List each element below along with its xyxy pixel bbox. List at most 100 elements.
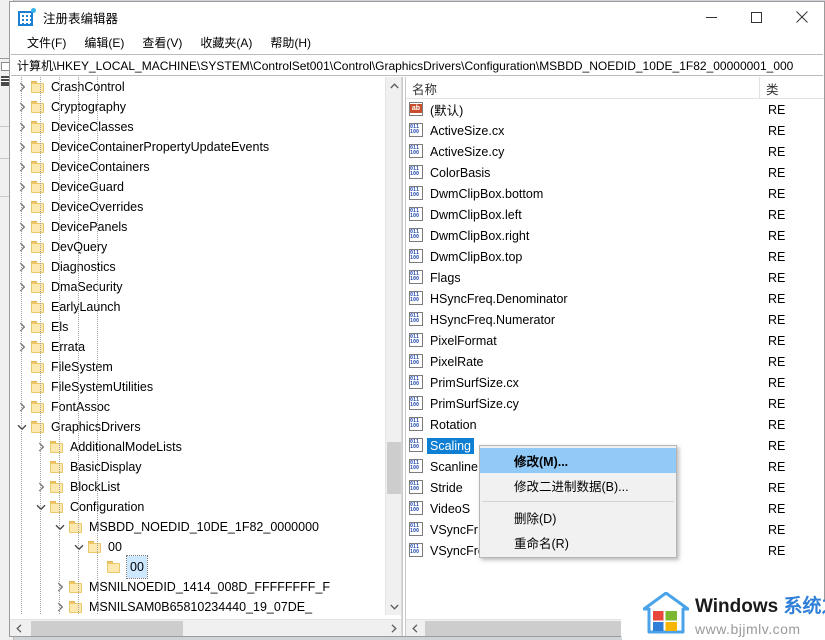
chevron-down-icon[interactable]: [71, 537, 87, 557]
value-row[interactable]: 011 100 PixelRate RE: [406, 351, 812, 372]
values-horizontal-scrollbar[interactable]: [406, 619, 820, 636]
scroll-left-icon[interactable]: [406, 620, 423, 637]
tree-item[interactable]: FontAssoc: [10, 397, 385, 417]
chevron-right-icon[interactable]: [14, 137, 30, 157]
value-row[interactable]: 011 100 HSyncFreq.Numerator RE: [406, 309, 812, 330]
value-row[interactable]: ab (默认) RE: [406, 99, 812, 120]
value-row[interactable]: 011 100 DwmClipBox.right RE: [406, 225, 812, 246]
chevron-right-icon[interactable]: [52, 597, 68, 615]
menu-edit[interactable]: 编辑(E): [75, 32, 133, 54]
value-row[interactable]: 011 100 DwmClipBox.top RE: [406, 246, 812, 267]
tree-item[interactable]: MSNILNOEDID_1414_008D_FFFFFFFF_F: [10, 577, 385, 597]
tree-item[interactable]: BasicDisplay: [10, 457, 385, 477]
tree-item[interactable]: Configuration: [10, 497, 385, 517]
menu-file[interactable]: 文件(F): [18, 32, 75, 54]
chevron-right-icon[interactable]: [14, 257, 30, 277]
value-row[interactable]: 011 100 Flags RE: [406, 267, 812, 288]
chevron-right-icon[interactable]: [14, 397, 30, 417]
chevron-right-icon[interactable]: [14, 117, 30, 137]
value-row[interactable]: 011 100 Rotation RE: [406, 414, 812, 435]
tree-item[interactable]: CrashControl: [10, 77, 385, 97]
value-row[interactable]: 011 100 PrimSurfSize.cy RE: [406, 393, 812, 414]
value-context-menu[interactable]: 修改(M)... 修改二进制数据(B)... 删除(D) 重命名(R): [479, 445, 677, 558]
chevron-right-icon[interactable]: [33, 437, 49, 457]
tree-item[interactable]: MSNILSAM0B65810234440_19_07DE_: [10, 597, 385, 615]
chevron-right-icon[interactable]: [14, 197, 30, 217]
chevron-right-icon[interactable]: [14, 237, 30, 257]
tree-item[interactable]: DeviceOverrides: [10, 197, 385, 217]
chevron-right-icon[interactable]: [14, 157, 30, 177]
chevron-right-icon[interactable]: [14, 177, 30, 197]
binary-value-icon: 011 100: [409, 144, 425, 159]
value-row[interactable]: 011 100 ActiveSize.cy RE: [406, 141, 812, 162]
context-menu-item[interactable]: 删除(D): [480, 505, 676, 530]
folder-icon: [30, 120, 46, 134]
tree-hscroll-thumb[interactable]: [31, 620, 183, 636]
menu-favorites[interactable]: 收藏夹(A): [191, 32, 261, 54]
context-menu-item[interactable]: 重命名(R): [480, 530, 676, 555]
chevron-right-icon[interactable]: [33, 477, 49, 497]
values-hscroll-thumb[interactable]: [425, 620, 621, 636]
context-menu-item[interactable]: 修改二进制数据(B)...: [480, 473, 676, 498]
value-row[interactable]: 011 100 ColorBasis RE: [406, 162, 812, 183]
value-row[interactable]: 011 100 DwmClipBox.left RE: [406, 204, 812, 225]
tree-item[interactable]: DmaSecurity: [10, 277, 385, 297]
scroll-right-icon[interactable]: [385, 620, 401, 637]
tree-item[interactable]: GraphicsDrivers: [10, 417, 385, 437]
chevron-down-icon[interactable]: [52, 517, 68, 537]
tree-item[interactable]: DeviceContainers: [10, 157, 385, 177]
chevron-right-icon[interactable]: [14, 217, 30, 237]
tree-item[interactable]: DevQuery: [10, 237, 385, 257]
tree-item[interactable]: Diagnostics: [10, 257, 385, 277]
binary-value-icon: 011 100: [409, 165, 425, 180]
chevron-right-icon[interactable]: [14, 97, 30, 117]
scroll-down-icon[interactable]: [386, 598, 401, 615]
tree-item[interactable]: Els: [10, 317, 385, 337]
value-row[interactable]: 011 100 PrimSurfSize.cx RE: [406, 372, 812, 393]
chevron-right-icon[interactable]: [14, 337, 30, 357]
maximize-icon[interactable]: [734, 2, 779, 32]
registry-tree[interactable]: CrashControl Cryptography DeviceClasses Dev…: [10, 77, 385, 615]
tree-item[interactable]: 00: [10, 537, 385, 557]
value-row[interactable]: 011 100 DwmClipBox.bottom RE: [406, 183, 812, 204]
tree-item[interactable]: DevicePanels: [10, 217, 385, 237]
value-row[interactable]: 011 100 ActiveSize.cx RE: [406, 120, 812, 141]
context-menu-item[interactable]: 修改(M)...: [480, 448, 676, 473]
column-header-name[interactable]: 名称: [406, 77, 760, 99]
tree-vertical-scrollbar[interactable]: [385, 77, 401, 615]
scroll-left-icon[interactable]: [10, 620, 27, 637]
value-row[interactable]: 011 100 PixelFormat RE: [406, 330, 812, 351]
tree-item[interactable]: AdditionalModeLists: [10, 437, 385, 457]
titlebar[interactable]: 注册表编辑器: [10, 2, 824, 32]
tree-horizontal-scrollbar[interactable]: [10, 619, 401, 637]
chevron-right-icon[interactable]: [14, 277, 30, 297]
close-icon[interactable]: [779, 2, 824, 32]
scroll-up-icon[interactable]: [386, 77, 401, 94]
values-hscroll-track[interactable]: [423, 620, 820, 637]
tree-item[interactable]: Errata: [10, 337, 385, 357]
column-header-type[interactable]: 类: [760, 77, 820, 99]
chevron-right-icon[interactable]: [14, 77, 30, 97]
tree-hscroll-track[interactable]: [27, 620, 385, 637]
tree-item[interactable]: DeviceClasses: [10, 117, 385, 137]
tree-item[interactable]: FileSystem: [10, 357, 385, 377]
tree-item[interactable]: DeviceGuard: [10, 177, 385, 197]
chevron-right-icon[interactable]: [14, 317, 30, 337]
value-row[interactable]: 011 100 HSyncFreq.Denominator RE: [406, 288, 812, 309]
menu-help[interactable]: 帮助(H): [261, 32, 320, 54]
chevron-down-icon[interactable]: [14, 417, 30, 437]
tree-scroll-thumb[interactable]: [387, 442, 401, 494]
tree-item[interactable]: BlockList: [10, 477, 385, 497]
tree-item[interactable]: FileSystemUtilities: [10, 377, 385, 397]
menu-view[interactable]: 查看(V): [133, 32, 191, 54]
address-bar[interactable]: 计算机\HKEY_LOCAL_MACHINE\SYSTEM\ControlSet…: [11, 54, 823, 76]
tree-item[interactable]: Cryptography: [10, 97, 385, 117]
binary-value-icon: 011 100: [409, 291, 425, 306]
minimize-icon[interactable]: [689, 2, 734, 32]
chevron-right-icon[interactable]: [52, 577, 68, 597]
chevron-down-icon[interactable]: [33, 497, 49, 517]
tree-item[interactable]: EarlyLaunch: [10, 297, 385, 317]
tree-item[interactable]: MSBDD_NOEDID_10DE_1F82_0000000: [10, 517, 385, 537]
tree-item[interactable]: 00: [10, 555, 385, 579]
tree-item[interactable]: DeviceContainerPropertyUpdateEvents: [10, 137, 385, 157]
